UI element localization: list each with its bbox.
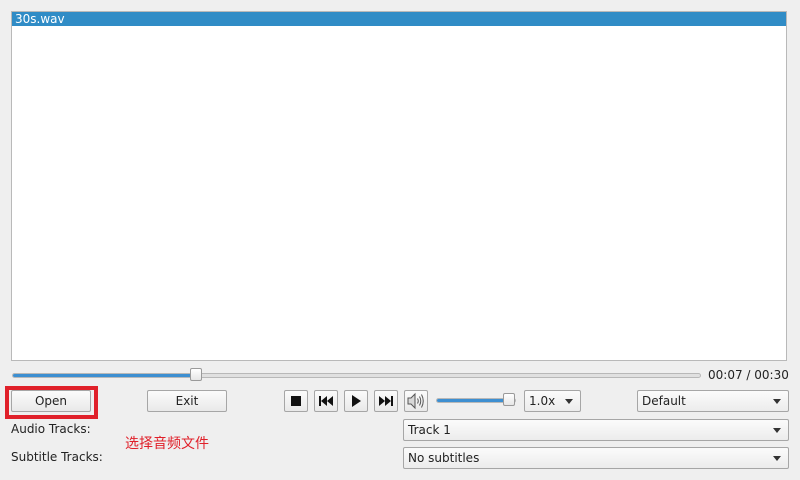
subtitle-tracks-label: Subtitle Tracks:	[11, 450, 103, 464]
seek-slider-handle[interactable]	[190, 368, 203, 381]
seek-slider-fill	[13, 374, 197, 377]
stop-icon	[291, 396, 301, 406]
playback-speed-value: 1.0x	[529, 394, 556, 408]
media-player-window: 30s.wav 00:07 / 00:30 Open Exit 1.0x Def…	[0, 0, 800, 480]
open-button-highlight	[5, 386, 98, 419]
seek-slider[interactable]	[12, 368, 701, 381]
exit-button[interactable]: Exit	[147, 390, 227, 412]
skip-back-icon	[319, 396, 333, 406]
chevron-down-icon	[773, 456, 781, 461]
next-button[interactable]	[374, 390, 398, 412]
speaker-icon	[407, 392, 424, 410]
mute-button[interactable]	[404, 390, 428, 412]
play-button[interactable]	[344, 390, 368, 412]
audio-track-value: Track 1	[408, 423, 451, 437]
time-label: 00:07 / 00:30	[708, 368, 789, 382]
subtitle-track-select[interactable]: No subtitles	[403, 447, 789, 469]
chevron-down-icon	[773, 428, 781, 433]
playback-speed-select[interactable]: 1.0x	[524, 390, 581, 412]
volume-slider-handle[interactable]	[502, 393, 515, 406]
audio-output-value: Default	[642, 394, 686, 408]
previous-button[interactable]	[314, 390, 338, 412]
chevron-down-icon	[565, 399, 573, 404]
subtitle-track-value: No subtitles	[408, 451, 480, 465]
playlist[interactable]: 30s.wav	[11, 11, 787, 361]
play-icon	[352, 395, 361, 407]
volume-slider-fill	[437, 399, 509, 402]
playlist-item[interactable]: 30s.wav	[12, 12, 786, 26]
stop-button[interactable]	[284, 390, 308, 412]
audio-tracks-label: Audio Tracks:	[11, 422, 91, 436]
chevron-down-icon	[773, 399, 781, 404]
audio-track-select[interactable]: Track 1	[403, 419, 789, 441]
skip-forward-icon	[379, 396, 393, 406]
annotation-text: 选择音频文件	[125, 436, 209, 452]
audio-output-select[interactable]: Default	[637, 390, 789, 412]
volume-slider[interactable]	[436, 393, 516, 406]
